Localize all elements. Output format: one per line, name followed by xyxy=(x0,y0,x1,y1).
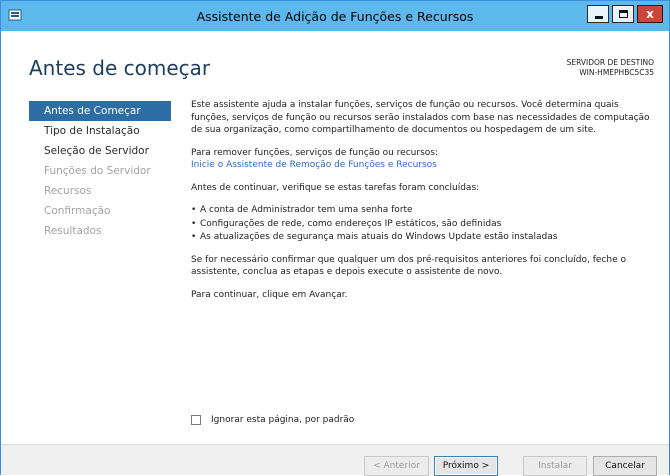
wizard-steps-nav: Antes de Começar Tipo de Instalação Sele… xyxy=(29,101,171,241)
skip-page-checkbox[interactable] xyxy=(191,415,201,425)
close-button[interactable]: x xyxy=(637,5,663,23)
list-item: A conta de Administrador tem uma senha f… xyxy=(191,204,656,217)
minimize-icon xyxy=(595,16,603,19)
title-bar[interactable]: Assistente de Adição de Funções e Recurs… xyxy=(1,1,669,31)
skip-page-option[interactable]: Ignorar esta página, por padrão xyxy=(191,415,354,425)
cancel-button[interactable]: Cancelar xyxy=(593,456,657,476)
wizard-footer: < Anterior Próximo > Instalar Cancelar xyxy=(1,444,669,476)
page-title: Antes de começar xyxy=(29,56,211,80)
maximize-button[interactable] xyxy=(612,5,634,23)
remove-label: Para remover funções, serviços de função… xyxy=(191,147,438,158)
skip-page-label: Ignorar esta página, por padrão xyxy=(211,415,355,425)
maximize-icon xyxy=(619,10,628,18)
install-button[interactable]: Instalar xyxy=(523,456,587,476)
nav-item-funcoes-do-servidor: Funções do Servidor xyxy=(44,165,151,177)
window-controls: x xyxy=(587,5,663,23)
nav-item-recursos: Recursos xyxy=(44,185,92,197)
content-pane: Este assistente ajuda a instalar funções… xyxy=(191,99,656,311)
remove-wizard-link[interactable]: Inicie o Assistente de Remoção de Funçõe… xyxy=(191,160,437,170)
destination-server-name: WIN-HMEPHBC5C35 xyxy=(579,68,654,77)
next-button[interactable]: Próximo > xyxy=(434,456,498,476)
remove-section: Para remover funções, serviços de função… xyxy=(191,147,656,172)
prereq-note: Se for necessário confirmar que qualquer… xyxy=(191,254,626,278)
nav-item-selecao-de-servidor[interactable]: Seleção de Servidor xyxy=(29,141,171,161)
nav-item-antes-de-comecar[interactable]: Antes de Começar xyxy=(29,101,171,121)
previous-button[interactable]: < Anterior xyxy=(364,456,429,476)
nav-item-tipo-de-instalacao[interactable]: Tipo de Instalação xyxy=(29,121,171,141)
wizard-window: Assistente de Adição de Funções e Recurs… xyxy=(0,0,670,476)
intro-text: Este assistente ajuda a instalar funções… xyxy=(191,100,650,135)
window-title: Assistente de Adição de Funções e Recurs… xyxy=(196,9,474,24)
list-item: As atualizações de segurança mais atuais… xyxy=(191,231,656,244)
list-item: Configurações de rede, como endereços IP… xyxy=(191,218,656,231)
destination-label: SERVIDOR DE DESTINO xyxy=(566,58,654,67)
continue-note: Para continuar, clique em Avançar. xyxy=(191,289,348,300)
minimize-button[interactable] xyxy=(587,5,609,23)
verify-label: Antes de continuar, verifique se estas t… xyxy=(191,182,480,193)
close-icon: x xyxy=(646,7,654,21)
nav-item-confirmacao: Confirmação xyxy=(44,205,111,217)
nav-item-resultados: Resultados xyxy=(44,225,102,237)
prerequisites-list: A conta de Administrador tem uma senha f… xyxy=(191,204,656,244)
destination-server-info: SERVIDOR DE DESTINO WIN-HMEPHBC5C35 xyxy=(567,58,654,78)
